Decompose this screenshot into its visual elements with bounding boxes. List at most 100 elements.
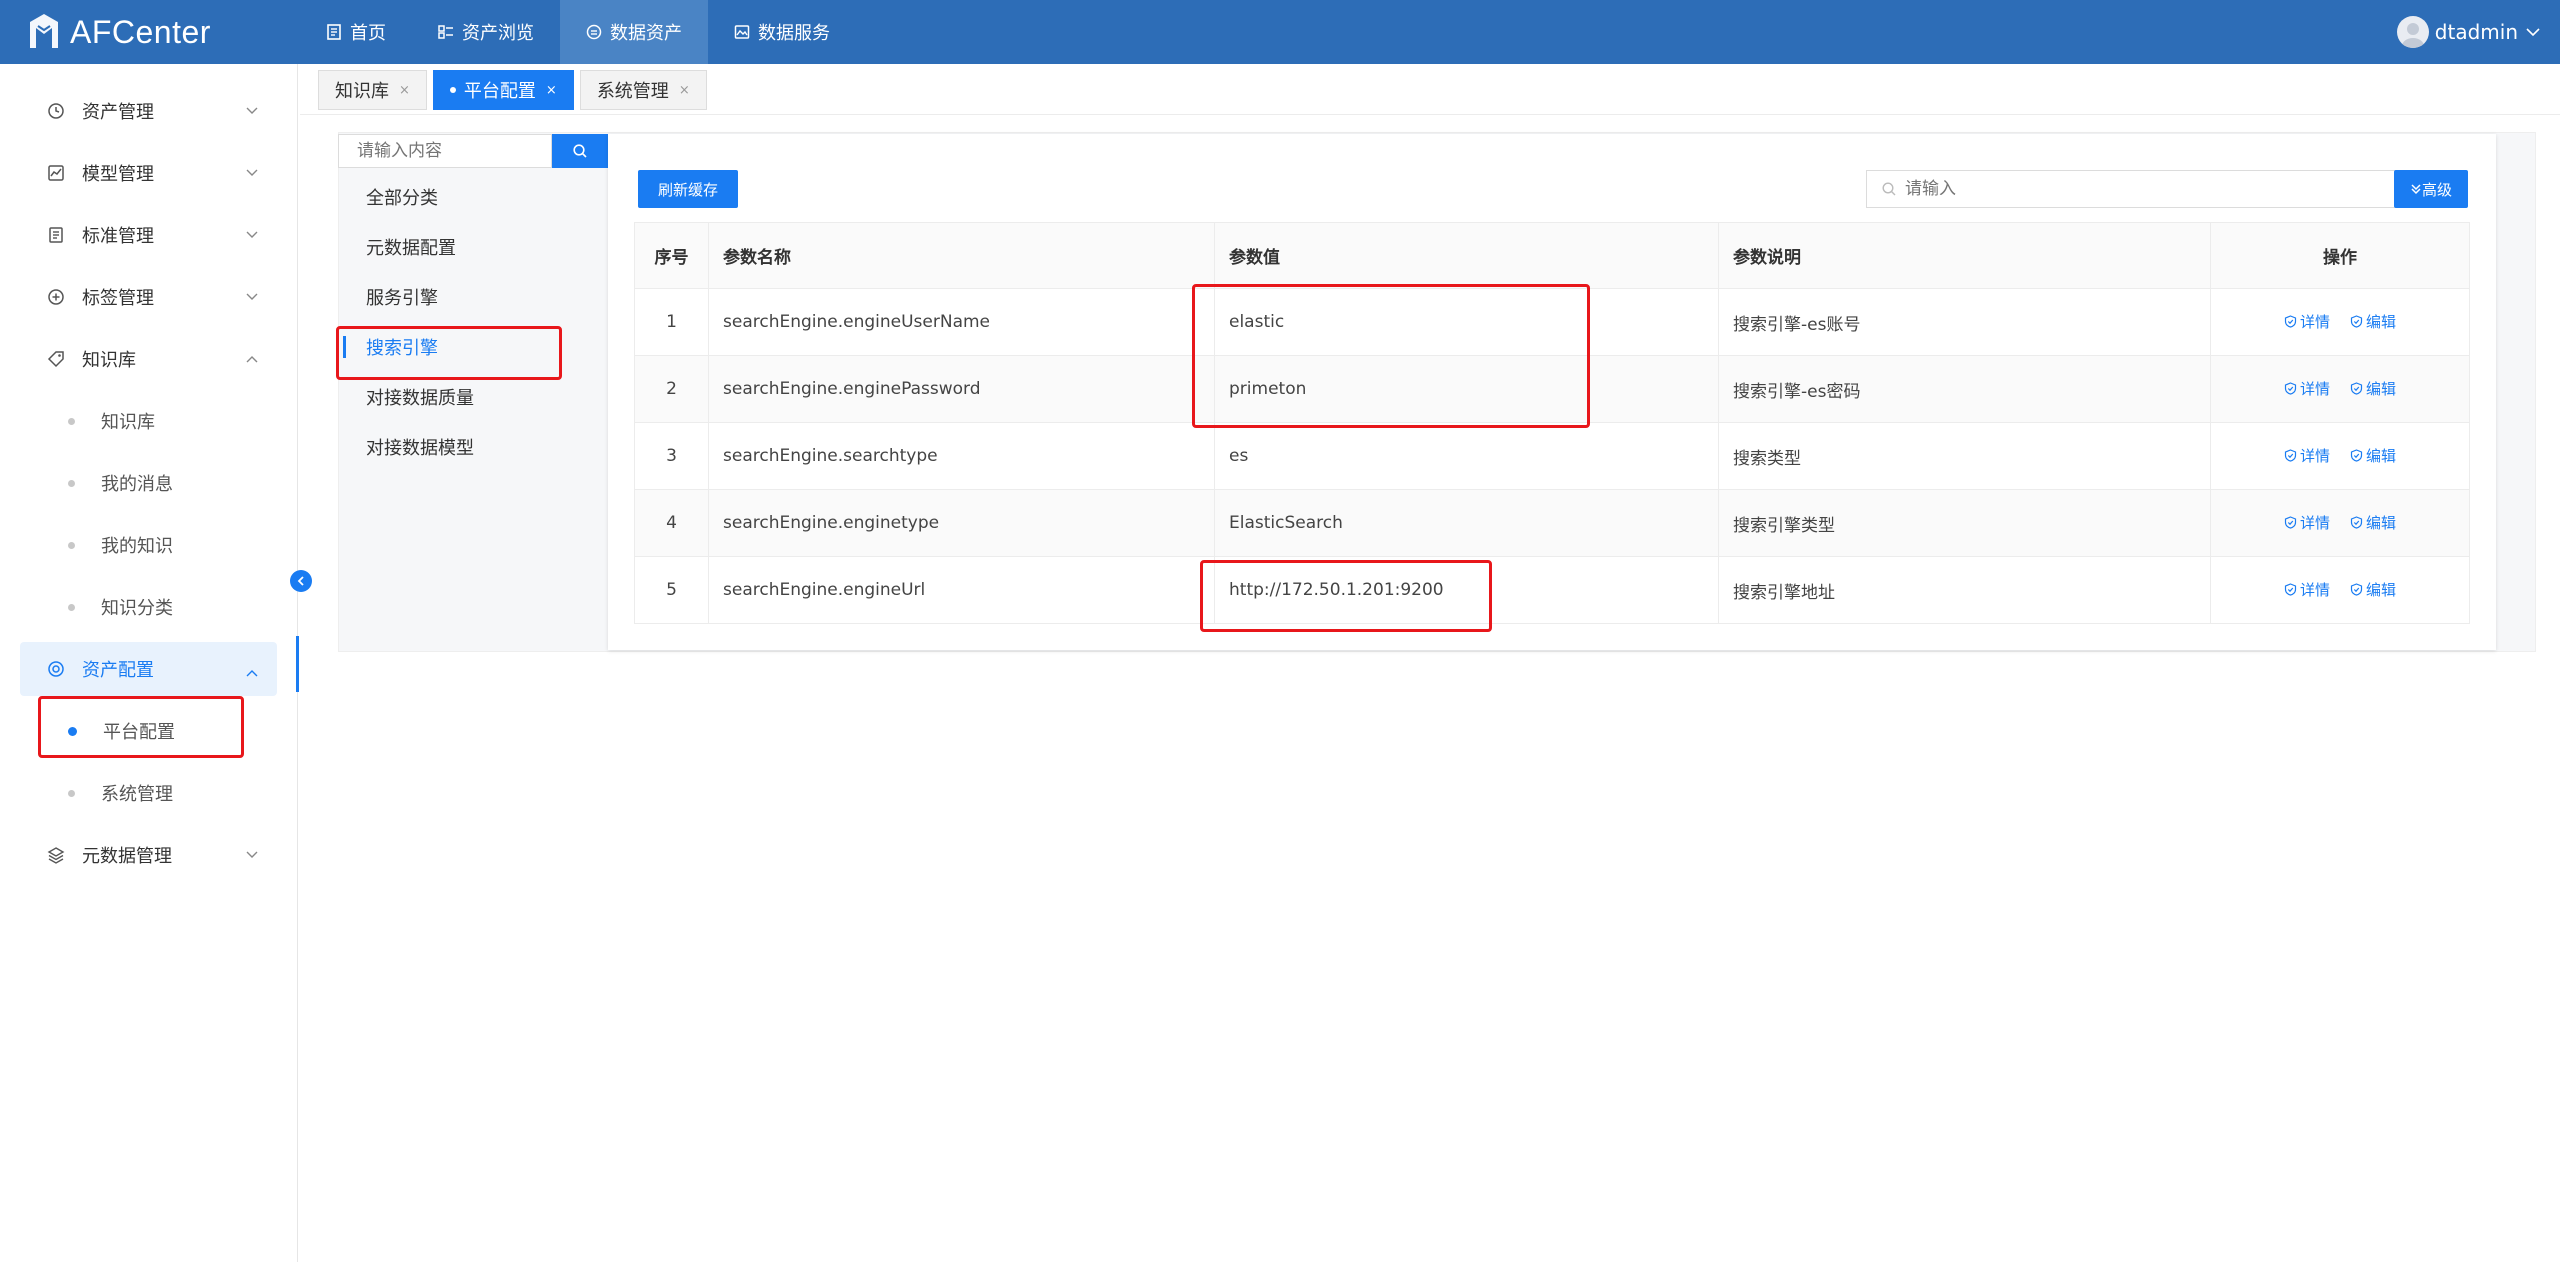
- sidebar-item-model-management[interactable]: 模型管理: [0, 142, 297, 204]
- tree-search: [338, 134, 608, 168]
- cell-param-desc: 搜索引擎类型: [1718, 489, 2211, 557]
- shield-check-icon: [2284, 382, 2300, 395]
- edit-link[interactable]: 编辑: [2350, 445, 2396, 466]
- detail-link[interactable]: 详情: [2284, 378, 2330, 399]
- document-icon: [327, 24, 341, 40]
- cell-no: 5: [634, 556, 709, 624]
- shield-check-icon: [2284, 516, 2300, 529]
- refresh-cache-button[interactable]: 刷新缓存: [638, 170, 738, 208]
- sidebar-subitem-knowledge-category[interactable]: 知识分类: [0, 576, 297, 638]
- cell-param-name: searchEngine.enginePassword: [708, 355, 1215, 423]
- tab-platform-config[interactable]: 平台配置 ×: [432, 70, 574, 110]
- sidebar-subitem-label: 系统管理: [101, 784, 173, 805]
- cell-no: 4: [634, 489, 709, 557]
- nav-label: 资产浏览: [462, 23, 534, 44]
- table-row[interactable]: 5 searchEngine.engineUrl http://172.50.1.2…: [634, 556, 2470, 624]
- sidebar-item-knowledge-base[interactable]: 知识库: [0, 328, 297, 390]
- cell-no: 3: [634, 422, 709, 490]
- bullet-dot: [68, 479, 75, 487]
- tree-item-service-engine[interactable]: 服务引擎: [338, 272, 608, 322]
- sidebar-item-label: 模型管理: [82, 164, 154, 185]
- cell-param-name: searchEngine.searchtype: [708, 422, 1215, 490]
- bullet-dot: [68, 417, 75, 425]
- tab-knowledge-base[interactable]: 知识库 ×: [318, 70, 427, 110]
- sidebar-item-label: 知识库: [82, 350, 136, 371]
- advanced-label: 高级: [2421, 180, 2452, 199]
- chevron-down-icon: [246, 851, 258, 858]
- sidebar-subitem-platform-config[interactable]: 平台配置: [0, 700, 297, 762]
- detail-link[interactable]: 详情: [2284, 445, 2330, 466]
- cell-param-value: elastic: [1214, 288, 1719, 356]
- tree-item-data-model[interactable]: 对接数据模型: [338, 422, 608, 472]
- sidebar-item-metadata-management[interactable]: 元数据管理: [0, 824, 297, 886]
- params-table: 序号 参数名称 参数值 参数说明 操作 1 searchEngine.engine…: [634, 222, 2470, 624]
- sidebar-collapse-button[interactable]: [290, 570, 312, 592]
- shield-check-icon: [2284, 315, 2300, 328]
- column-header-name[interactable]: 参数名称: [708, 222, 1215, 289]
- detail-label: 详情: [2299, 514, 2330, 532]
- tab-close-icon[interactable]: ×: [399, 83, 410, 98]
- nav-label: 数据资产: [610, 23, 682, 44]
- user-menu[interactable]: dtadmin: [2396, 0, 2542, 64]
- top-bar: AFCenter 首页 资产浏览 数据资产 数据服务 dtadmin: [0, 0, 2560, 64]
- tab-close-icon[interactable]: ×: [546, 83, 557, 98]
- edit-label: 编辑: [2366, 447, 2397, 465]
- nav-data-assets[interactable]: 数据资产: [560, 0, 708, 64]
- sidebar-item-standard-management[interactable]: 标准管理: [0, 204, 297, 266]
- edit-link[interactable]: 编辑: [2350, 512, 2396, 533]
- logo-mark-icon: [26, 12, 62, 52]
- nav-home[interactable]: 首页: [300, 0, 412, 64]
- detail-link[interactable]: 详情: [2284, 579, 2330, 600]
- sidebar-subitem-my-knowledge[interactable]: 我的知识: [0, 514, 297, 576]
- table-row[interactable]: 2 searchEngine.enginePassword primeton 搜索引擎…: [634, 355, 2470, 423]
- category-tree-pane: 全部分类 元数据配置 服务引擎 搜索引擎 对接数据质量 对接数据模型: [338, 132, 608, 652]
- cell-actions: 详情 编辑: [2210, 489, 2470, 557]
- shield-check-icon: [2350, 449, 2366, 462]
- cell-param-name: searchEngine.enginetype: [708, 489, 1215, 557]
- sidebar-item-tag-management[interactable]: 标签管理: [0, 266, 297, 328]
- cell-param-desc: 搜索引擎地址: [1718, 556, 2211, 624]
- tree-item-metadata-config[interactable]: 元数据配置: [338, 222, 608, 272]
- sidebar-item-asset-management[interactable]: 资产管理: [0, 80, 297, 142]
- column-header-no[interactable]: 序号: [634, 222, 709, 289]
- tree-search-button[interactable]: [552, 134, 608, 168]
- edit-link[interactable]: 编辑: [2350, 378, 2396, 399]
- nav-asset-browse[interactable]: 资产浏览: [412, 0, 560, 64]
- advanced-search-button[interactable]: 高级: [2394, 170, 2468, 208]
- cell-param-desc: 搜索引擎-es密码: [1718, 355, 2211, 423]
- sidebar-item-label: 资产配置: [82, 660, 154, 681]
- detail-link[interactable]: 详情: [2284, 512, 2330, 533]
- divider: [300, 114, 2560, 115]
- sidebar-subitem-label: 我的消息: [101, 474, 173, 495]
- tree-item-all[interactable]: 全部分类: [338, 172, 608, 222]
- tree-search-input[interactable]: [338, 134, 552, 168]
- sidebar-subitem-knowledge-base[interactable]: 知识库: [0, 390, 297, 452]
- edit-link[interactable]: 编辑: [2350, 579, 2396, 600]
- sidebar-subitem-my-messages[interactable]: 我的消息: [0, 452, 297, 514]
- chevron-up-icon: [246, 670, 258, 677]
- column-header-desc[interactable]: 参数说明: [1718, 222, 2211, 289]
- cell-param-value: http://172.50.1.201:9200: [1214, 556, 1719, 624]
- tree-item-search-engine[interactable]: 搜索引擎: [338, 322, 608, 372]
- tab-close-icon[interactable]: ×: [679, 83, 690, 98]
- table-row[interactable]: 4 searchEngine.enginetype ElasticSearch 搜索引…: [634, 489, 2470, 557]
- tree-item-data-quality[interactable]: 对接数据质量: [338, 372, 608, 422]
- chevron-down-icon: [246, 169, 258, 176]
- database-circle-icon: [586, 24, 602, 40]
- sidebar-item-asset-config[interactable]: 资产配置: [20, 642, 277, 696]
- nav-data-services[interactable]: 数据服务: [708, 0, 856, 64]
- chevron-down-icon: [246, 107, 258, 114]
- table-row[interactable]: 3 searchEngine.searchtype es 搜索类型 详情 编辑: [634, 422, 2470, 490]
- cell-param-value: es: [1214, 422, 1719, 490]
- column-header-value[interactable]: 参数值: [1214, 222, 1719, 289]
- page-tabs: 知识库 × 平台配置 × 系统管理 ×: [318, 70, 707, 110]
- detail-label: 详情: [2299, 447, 2330, 465]
- sidebar-subitem-system-management[interactable]: 系统管理: [0, 762, 297, 824]
- app-logo[interactable]: AFCenter: [0, 12, 300, 52]
- plus-circle-icon: [46, 287, 66, 307]
- tab-system-management[interactable]: 系统管理 ×: [579, 70, 707, 110]
- edit-link[interactable]: 编辑: [2350, 311, 2396, 332]
- detail-link[interactable]: 详情: [2284, 311, 2330, 332]
- table-row[interactable]: 1 searchEngine.engineUserName elastic 搜索引擎-…: [634, 288, 2470, 356]
- params-search-input[interactable]: [1905, 179, 2365, 199]
